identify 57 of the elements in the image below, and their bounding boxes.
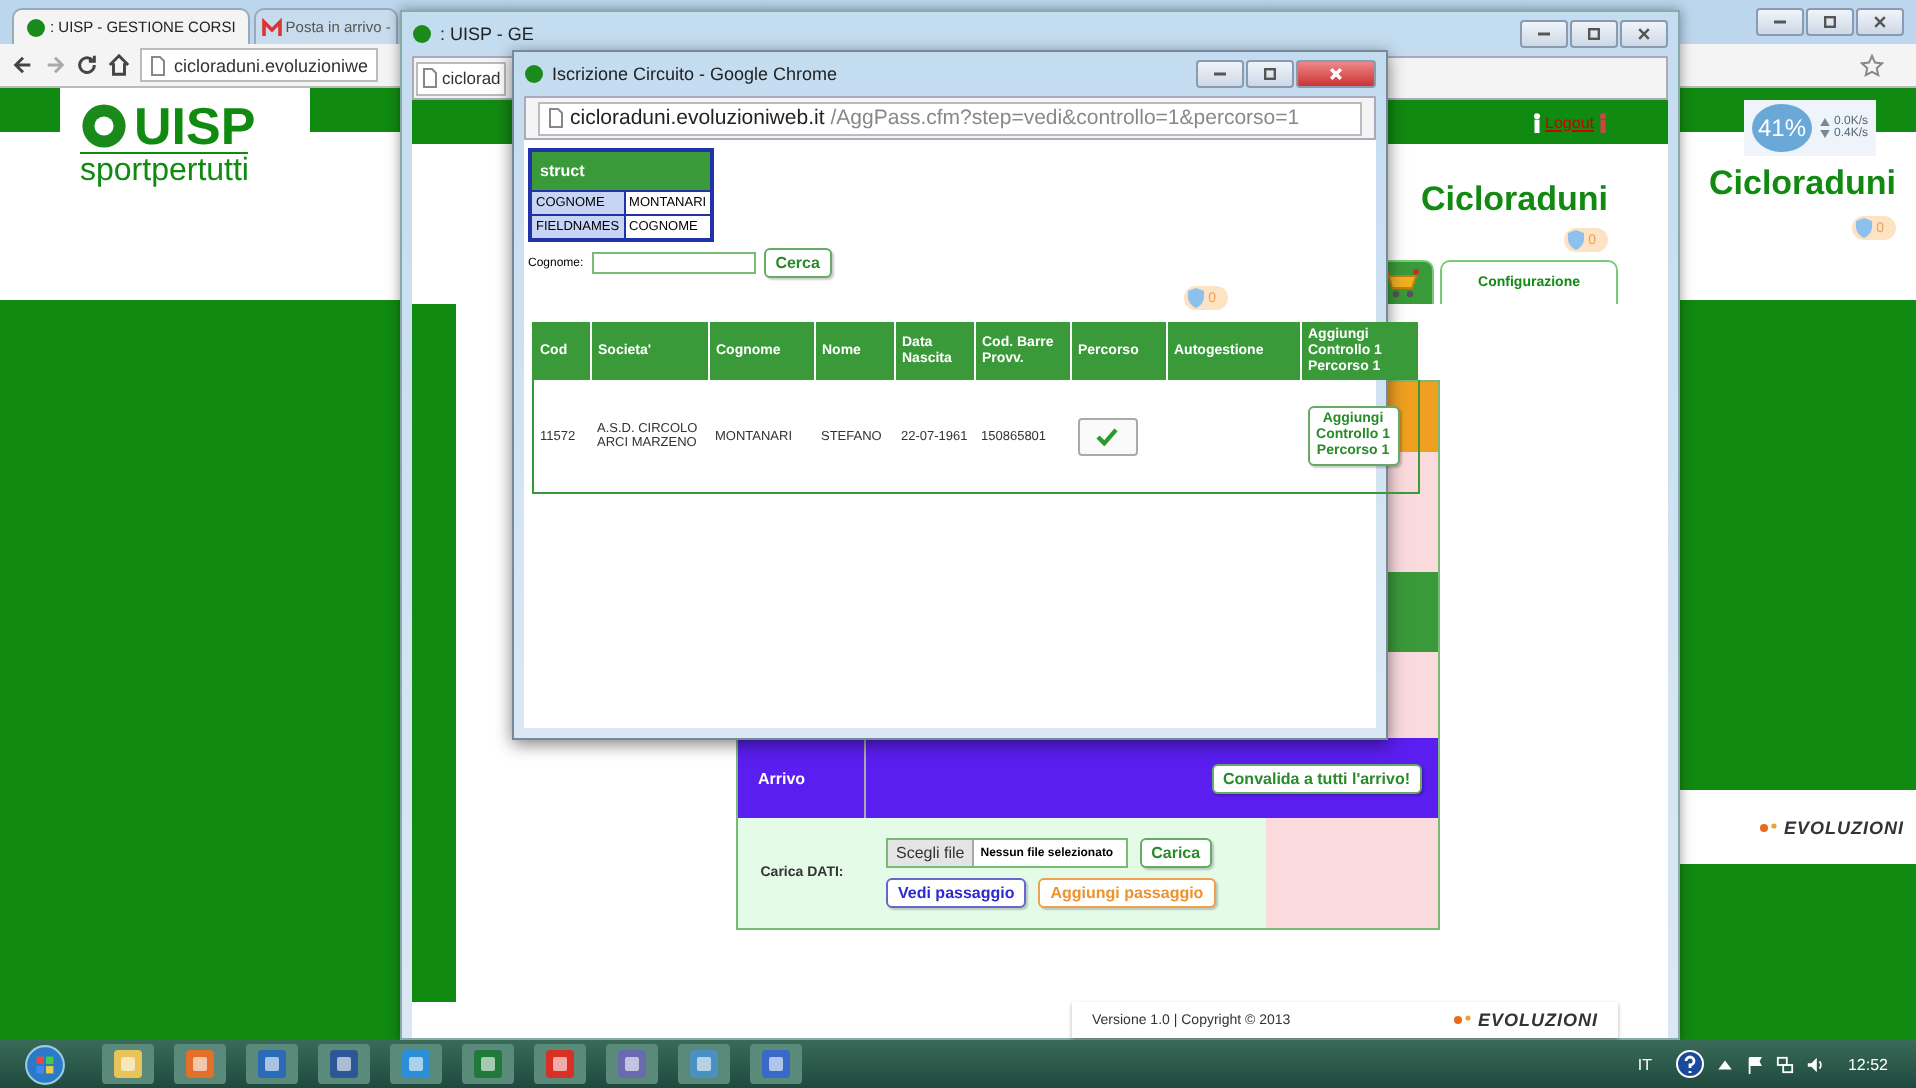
close-icon [1638, 28, 1650, 40]
runner-logo-icon [80, 102, 128, 150]
maximize-button[interactable] [1570, 20, 1618, 48]
minimize-icon [1774, 20, 1786, 24]
company-logo: EVOLUZIONI [1759, 817, 1904, 837]
logo-text: UISP [134, 100, 256, 152]
maximize-button[interactable] [1246, 60, 1294, 88]
company-logo: EVOLUZIONI [1453, 1010, 1598, 1030]
speaker-icon[interactable] [1805, 1055, 1824, 1073]
logo-tagline: sportpertutti [80, 152, 249, 190]
minimize-icon [1538, 32, 1550, 36]
page-icon [548, 108, 564, 128]
close-button[interactable] [1856, 8, 1904, 36]
clock[interactable]: 12:52 [1847, 1055, 1888, 1073]
forward-icon[interactable] [44, 54, 66, 76]
route-checkbox[interactable] [1077, 417, 1137, 456]
search-button[interactable]: Cerca [763, 248, 832, 278]
start-button[interactable] [24, 1043, 66, 1085]
maximize-icon [1824, 16, 1836, 28]
site-title: Cicloraduni [1708, 164, 1896, 204]
window-title: Iscrizione Circuito - Google Chrome [552, 64, 838, 84]
site-title: Cicloraduni [1420, 180, 1608, 220]
upload-button[interactable]: Carica [1139, 838, 1213, 868]
site-icon [524, 64, 544, 84]
usage-percent: 41% [1752, 104, 1813, 152]
site-icon [26, 17, 46, 37]
star-icon[interactable] [1860, 53, 1884, 77]
close-button[interactable] [1296, 60, 1376, 88]
down-arrow-icon [1820, 130, 1831, 138]
header-bar [0, 88, 60, 132]
page-icon [150, 55, 166, 75]
up-arrow-icon [1820, 118, 1831, 126]
address-bar[interactable]: cicloraduni.evoluzioniwe [140, 48, 379, 82]
maximize-icon [1588, 28, 1600, 40]
struct-title: struct [530, 150, 713, 191]
home-icon[interactable] [108, 54, 130, 76]
close-icon [1330, 68, 1342, 80]
address-bar[interactable]: cicloraduni.evoluzioniweb.it /AggPass.cfm?step=vedi&controllo=1&percorso=1 [538, 101, 1362, 135]
validate-all-button[interactable]: Convalida a tutti l'arrivo! [1211, 763, 1422, 793]
surname-field[interactable] [591, 252, 756, 274]
reload-icon[interactable] [76, 54, 98, 76]
help-icon[interactable] [1675, 1050, 1704, 1078]
check-icon [1096, 427, 1118, 446]
address-bar[interactable]: ciclorad [416, 61, 507, 95]
maximize-icon [1264, 68, 1276, 80]
caret-icon[interactable] [1715, 1055, 1734, 1073]
page-icon [422, 68, 438, 88]
site-icon [412, 24, 432, 44]
flag-icon[interactable] [1745, 1055, 1764, 1073]
back-icon[interactable] [12, 54, 34, 76]
close-icon [1874, 16, 1886, 28]
language-indicator[interactable]: IT [1637, 1055, 1652, 1073]
view-passage-button[interactable]: Vedi passaggio [886, 878, 1027, 908]
window-title: : UISP - GE [440, 24, 534, 44]
restore-button[interactable] [1806, 8, 1854, 36]
minimize-icon [1214, 72, 1226, 76]
close-button[interactable] [1620, 20, 1668, 48]
